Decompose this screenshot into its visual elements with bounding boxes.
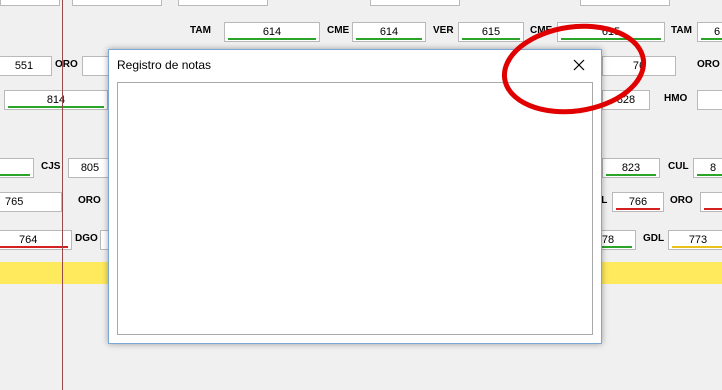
flight-cell[interactable]: 773 [668, 230, 722, 250]
airport-code: ORO [78, 195, 101, 206]
grid-cell[interactable] [178, 0, 268, 6]
airport-code: TAM [671, 25, 692, 36]
airport-code: GDL [643, 233, 665, 244]
notes-textarea[interactable] [117, 82, 593, 335]
flight-cell[interactable]: 615 [557, 22, 665, 42]
flight-cell[interactable]: 823 [602, 158, 660, 178]
flight-number: 764 [19, 234, 38, 246]
top-grid-strip [0, 0, 722, 8]
grid-cell[interactable] [72, 0, 162, 6]
flight-number: 614 [379, 26, 399, 38]
flight-cell[interactable]: 766 [612, 192, 664, 212]
grid-cell[interactable] [0, 0, 60, 6]
flight-number: 6 [713, 26, 721, 38]
flight-cell[interactable]: 805 [68, 158, 112, 178]
flight-cell[interactable] [0, 158, 34, 178]
status-underline [701, 38, 722, 40]
flight-cell[interactable]: 8 [693, 158, 722, 178]
flight-number: 615 [601, 26, 621, 38]
current-time-line [62, 0, 63, 390]
flight-row: TAM 614 CME 614 VER 615 CME 615 TAM 6 [0, 22, 722, 44]
status-underline [606, 174, 656, 176]
airport-code: ORO [697, 59, 720, 70]
flight-number: 8 [709, 162, 717, 174]
status-underline [672, 246, 722, 248]
flight-cell[interactable]: 614 [352, 22, 426, 42]
flight-cell[interactable]: 814 [4, 90, 108, 110]
airport-code: TAM [190, 25, 211, 36]
status-underline [462, 38, 520, 40]
airport-code: HMO [664, 93, 688, 104]
flight-number: 805 [80, 162, 100, 174]
flight-cell[interactable] [700, 192, 722, 212]
flight-cell[interactable]: 551 [0, 56, 52, 76]
grid-cell[interactable] [580, 0, 670, 6]
flight-cell[interactable]: 765 [0, 192, 62, 212]
close-icon [573, 59, 585, 71]
airport-code: ORO [670, 195, 693, 206]
status-underline [561, 38, 661, 40]
flight-number: 814 [46, 94, 66, 106]
status-underline [0, 246, 68, 248]
status-underline [228, 38, 316, 40]
dialog-titlebar[interactable]: Registro de notas [109, 50, 601, 80]
flight-number: 773 [688, 234, 708, 246]
airport-code: CME [530, 25, 553, 36]
flight-number: 766 [628, 196, 648, 208]
flight-number: 828 [616, 94, 636, 106]
flight-cell[interactable]: 828 [602, 90, 650, 110]
flight-cell[interactable]: 6 [697, 22, 722, 42]
status-underline [697, 174, 722, 176]
airport-code: CUL [668, 161, 689, 172]
status-underline [616, 208, 660, 210]
close-button[interactable] [557, 50, 601, 80]
status-underline [356, 38, 422, 40]
flight-cell[interactable]: 614 [224, 22, 320, 42]
airport-code: DGO [75, 233, 98, 244]
airport-code: VER [433, 25, 454, 36]
airport-code: CJS [41, 161, 61, 172]
flight-cell[interactable] [697, 90, 722, 110]
airport-code: ORO [55, 59, 78, 70]
flight-number: 551 [14, 60, 34, 72]
grid-cell[interactable] [370, 0, 460, 6]
status-underline [704, 208, 722, 210]
flight-cell[interactable]: 76 [602, 56, 676, 76]
status-underline [8, 106, 104, 108]
flight-number: 76 [632, 60, 646, 72]
dialog-title: Registro de notas [117, 58, 212, 72]
flight-number: 615 [481, 26, 501, 38]
flight-number: 765 [5, 196, 24, 208]
status-underline [0, 174, 30, 176]
flight-number: 614 [262, 26, 282, 38]
notes-dialog: Registro de notas [108, 49, 602, 344]
airport-code: CME [327, 25, 350, 36]
flight-cell[interactable]: 615 [458, 22, 524, 42]
flight-number: 823 [621, 162, 641, 174]
